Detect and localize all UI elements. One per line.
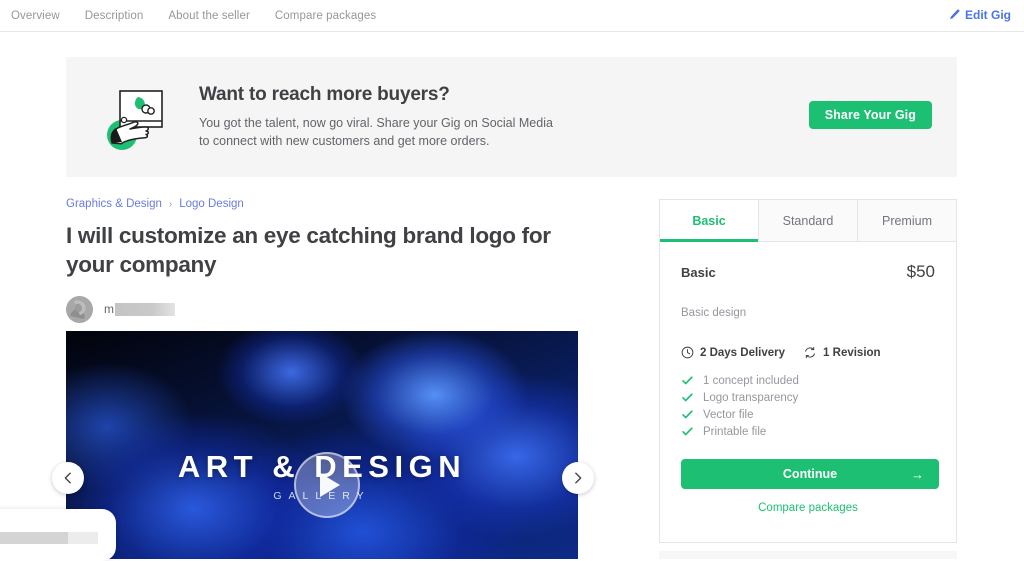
package-tabs: Basic Standard Premium — [660, 200, 956, 242]
delivery-time: 2 Days Delivery — [681, 346, 785, 359]
play-triangle — [320, 473, 340, 497]
banner-subtitle-line2: to connect with new customers and get mo… — [199, 134, 489, 148]
check-icon — [681, 408, 694, 421]
banner-subtitle: You got the talent, now go viral. Share … — [199, 115, 553, 150]
package-feature-label: 1 concept included — [703, 375, 799, 387]
chevron-left-icon — [61, 471, 75, 485]
continue-label: Continue — [783, 467, 837, 481]
package-feature-item: Printable file — [681, 423, 935, 440]
package-name: Basic — [681, 265, 716, 280]
carousel-prev-button[interactable] — [52, 462, 84, 494]
package-feature-item: 1 concept included — [681, 372, 935, 389]
seller-username-text: m — [104, 302, 114, 316]
chevron-right-icon — [571, 471, 585, 485]
breadcrumb: Graphics & Design › Logo Design — [66, 198, 578, 210]
clock-icon — [681, 346, 694, 359]
panel-below-placeholder — [659, 551, 957, 559]
package-body: Basic $50 Basic design 2 Days Delivery — [660, 242, 956, 514]
play-icon[interactable] — [294, 452, 360, 518]
breadcrumb-category[interactable]: Graphics & Design — [66, 198, 162, 210]
package-meta: 2 Days Delivery 1 Revision — [681, 346, 935, 359]
compare-packages-link[interactable]: Compare packages — [681, 502, 935, 514]
chevron-right-icon: › — [169, 199, 172, 210]
download-shelf-item-bar — [0, 532, 68, 544]
edit-gig-label: Edit Gig — [965, 8, 1011, 22]
package-features-list: 1 concept included Logo transparency Vec… — [681, 372, 935, 440]
top-nav-links: Overview Description About the seller Co… — [0, 10, 376, 22]
tab-description[interactable]: Description — [85, 10, 144, 22]
edit-gig-button[interactable]: Edit Gig — [948, 8, 1011, 22]
banner-subtitle-line1: You got the talent, now go viral. Share … — [199, 116, 553, 130]
package-tab-basic[interactable]: Basic — [660, 200, 759, 241]
revision-label: 1 Revision — [823, 347, 881, 359]
hand-holding-picture-illustration — [98, 77, 178, 157]
check-icon — [681, 425, 694, 438]
banner-title: Want to reach more buyers? — [199, 84, 553, 106]
download-shelf-item-bar-secondary — [68, 532, 98, 544]
share-your-gig-button[interactable]: Share Your Gig — [809, 101, 932, 129]
pencil-icon — [948, 9, 960, 21]
check-icon — [681, 391, 694, 404]
package-description: Basic design — [681, 307, 935, 319]
seller-username[interactable]: m — [104, 302, 175, 316]
gig-media-carousel[interactable]: ART & DESIGN GALLERY — [66, 331, 578, 559]
delivery-label: 2 Days Delivery — [700, 347, 785, 359]
redaction-bar — [115, 303, 175, 316]
tab-overview[interactable]: Overview — [11, 10, 60, 22]
package-panel: Basic Standard Premium Basic $50 Basic d… — [659, 199, 957, 543]
package-feature-item: Vector file — [681, 406, 935, 423]
top-navigation-bar: Overview Description About the seller Co… — [0, 0, 1024, 32]
promo-banner: Want to reach more buyers? You got the t… — [66, 57, 957, 177]
breadcrumb-subcategory[interactable]: Logo Design — [179, 198, 244, 210]
package-tab-premium[interactable]: Premium — [858, 200, 956, 241]
revisions: 1 Revision — [803, 346, 881, 359]
seller-row: m — [66, 296, 578, 323]
carousel-slide-image — [66, 331, 578, 559]
revision-icon — [803, 346, 817, 359]
package-price: $50 — [907, 262, 935, 282]
package-feature-label: Vector file — [703, 409, 754, 421]
package-tab-standard[interactable]: Standard — [759, 200, 858, 241]
tab-compare-packages[interactable]: Compare packages — [275, 10, 376, 22]
gig-details-column: Graphics & Design › Logo Design I will c… — [66, 198, 578, 348]
download-shelf[interactable] — [0, 509, 116, 561]
page-title: I will customize an eye catching brand l… — [66, 222, 576, 280]
continue-button[interactable]: Continue → — [681, 459, 939, 489]
package-feature-label: Printable file — [703, 426, 766, 438]
avatar[interactable] — [66, 296, 93, 323]
carousel-next-button[interactable] — [562, 462, 594, 494]
package-feature-label: Logo transparency — [703, 392, 798, 404]
arrow-right-icon: → — [911, 467, 924, 482]
package-feature-item: Logo transparency — [681, 389, 935, 406]
tab-about-the-seller[interactable]: About the seller — [168, 10, 250, 22]
check-icon — [681, 374, 694, 387]
banner-text-block: Want to reach more buyers? You got the t… — [199, 84, 553, 150]
package-header: Basic $50 — [681, 262, 935, 282]
